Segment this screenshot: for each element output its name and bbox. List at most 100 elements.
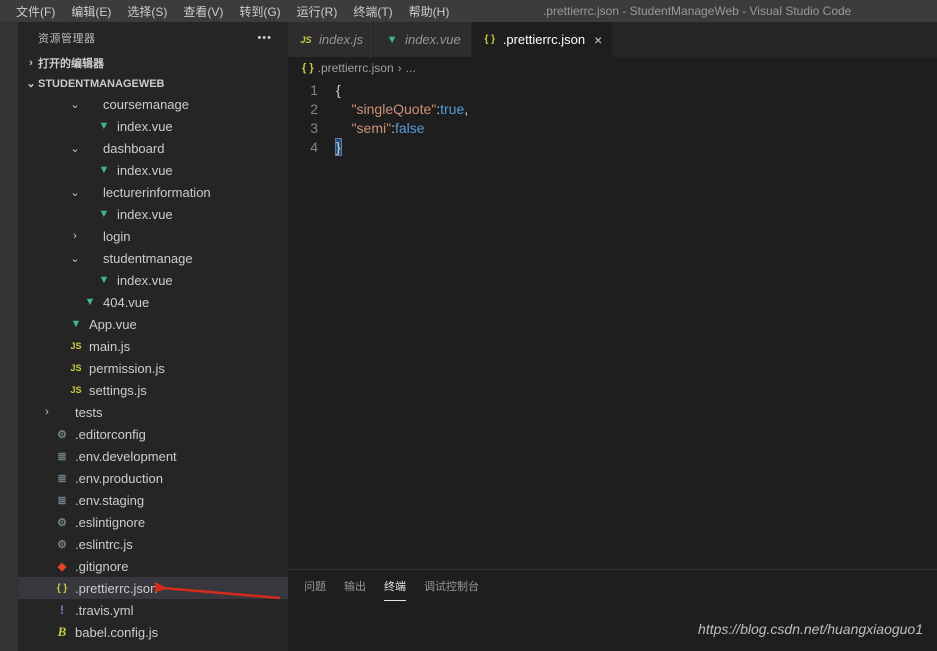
menu-item[interactable]: 查看(V): [175, 1, 231, 22]
breadcrumb[interactable]: { } .prettierrc.json › ...: [288, 57, 937, 79]
folder-icon: [82, 96, 98, 112]
tab-label: .prettierrc.json: [503, 32, 585, 47]
watermark: https://blog.csdn.net/huangxiaoguo1: [698, 621, 923, 637]
comma: ,: [464, 101, 468, 117]
tree-item-label: .gitignore: [75, 559, 128, 574]
file-item[interactable]: ·⚙.editorconfig: [18, 423, 288, 445]
folder-icon: [54, 404, 70, 420]
menu-item[interactable]: 选择(S): [119, 1, 175, 22]
bottom-panel: 问题输出终端调试控制台: [288, 569, 937, 651]
js-icon: JS: [68, 382, 84, 398]
json-value: false: [395, 120, 425, 136]
editor-tab[interactable]: { }.prettierrc.json×: [472, 22, 614, 57]
folder-icon: [82, 250, 98, 266]
panel-tab[interactable]: 输出: [344, 578, 366, 601]
js-icon: JS: [298, 32, 314, 48]
menu-item[interactable]: 运行(R): [289, 1, 346, 22]
json-icon: { }: [302, 62, 314, 74]
git-icon: ◆: [54, 558, 70, 574]
tree-item-label: App.vue: [89, 317, 137, 332]
code-editor[interactable]: 1234 { "singleQuote":true, "semi":false …: [288, 79, 937, 569]
tree-item-label: 404.vue: [103, 295, 149, 310]
vue-icon: ▼: [96, 162, 112, 178]
vue-icon: ▼: [82, 294, 98, 310]
folder-item[interactable]: ›tests: [18, 401, 288, 423]
folder-item[interactable]: › login: [18, 225, 288, 247]
tree-item-label: coursemanage: [103, 97, 189, 112]
editor-tab[interactable]: ▼index.vue: [374, 22, 472, 57]
editor-tabs: JSindex.js▼index.vue{ }.prettierrc.json×: [288, 22, 937, 57]
file-item[interactable]: ·◆.gitignore: [18, 555, 288, 577]
file-item[interactable]: ·▼index.vue: [18, 203, 288, 225]
folder-item[interactable]: ⌄dashboard: [18, 137, 288, 159]
file-item[interactable]: ·JSmain.js: [18, 335, 288, 357]
tree-item-label: babel.config.js: [75, 625, 158, 640]
tree-item-label: .env.production: [75, 471, 163, 486]
file-item[interactable]: ·≣.env.staging: [18, 489, 288, 511]
panel-tab[interactable]: 调试控制台: [424, 578, 479, 601]
file-item[interactable]: ·▼index.vue: [18, 115, 288, 137]
menu-item[interactable]: 转到(G): [231, 1, 288, 22]
line-number: 2: [288, 100, 318, 119]
panel-tab[interactable]: 问题: [304, 578, 326, 601]
file-item[interactable]: ·▼App.vue: [18, 313, 288, 335]
folder-item[interactable]: ⌄coursemanage: [18, 93, 288, 115]
section-label: 打开的编辑器: [38, 55, 104, 71]
file-item[interactable]: ·⚙.eslintrc.js: [18, 533, 288, 555]
tree-item-label: .eslintignore: [75, 515, 145, 530]
vue-icon: ▼: [96, 206, 112, 222]
file-item[interactable]: ·Bbabel.config.js: [18, 621, 288, 643]
yml-icon: !: [54, 602, 70, 618]
tree-item-label: settings.js: [89, 383, 147, 398]
file-item[interactable]: ·▼index.vue: [18, 159, 288, 181]
breadcrumb-rest: ...: [406, 61, 416, 75]
tree-item-label: index.vue: [117, 119, 173, 134]
folder-item[interactable]: ⌄studentmanage: [18, 247, 288, 269]
json-key: "semi": [352, 120, 392, 136]
project-section[interactable]: ⌄ STUDENTMANAGEWEB: [18, 74, 288, 93]
chevron-right-icon: ›: [68, 230, 82, 242]
more-icon[interactable]: •••: [257, 32, 272, 44]
explorer-sidebar: 资源管理器 ••• › 打开的编辑器 ⌄ STUDENTMANAGEWEB ⌄c…: [18, 22, 288, 651]
close-icon[interactable]: ×: [594, 32, 602, 48]
code-content[interactable]: { "singleQuote":true, "semi":false }: [336, 81, 937, 569]
chevron-right-icon: ›: [24, 57, 38, 69]
file-item[interactable]: ·≣.env.production: [18, 467, 288, 489]
tree-item-label: .env.staging: [75, 493, 144, 508]
vue-icon: ▼: [68, 316, 84, 332]
folder-icon: [82, 184, 98, 200]
section-label: STUDENTMANAGEWEB: [38, 78, 165, 90]
brace-close: }: [336, 139, 341, 155]
folder-item[interactable]: ⌄lecturerinformation: [18, 181, 288, 203]
editor-tab[interactable]: JSindex.js: [288, 22, 374, 57]
open-editors-section[interactable]: › 打开的编辑器: [18, 52, 288, 74]
file-item[interactable]: ·JSpermission.js: [18, 357, 288, 379]
config-icon: ⚙: [54, 514, 70, 530]
tree-item-label: studentmanage: [103, 251, 193, 266]
tree-item-label: login: [103, 229, 130, 244]
tree-item-label: .eslintrc.js: [75, 537, 133, 552]
menu-bar: 文件(F)编辑(E)选择(S)查看(V)转到(G)运行(R)终端(T)帮助(H): [0, 1, 457, 22]
panel-tab[interactable]: 终端: [384, 578, 406, 601]
file-item[interactable]: ·▼index.vue: [18, 269, 288, 291]
sidebar-title: 资源管理器: [38, 30, 96, 46]
file-item[interactable]: ·▼404.vue: [18, 291, 288, 313]
tree-item-label: index.vue: [117, 163, 173, 178]
file-item[interactable]: ·⚙.eslintignore: [18, 511, 288, 533]
file-item[interactable]: ·JSsettings.js: [18, 379, 288, 401]
tree-item-label: index.vue: [117, 207, 173, 222]
activity-bar[interactable]: [0, 22, 18, 651]
tree-item-label: .env.development: [75, 449, 177, 464]
txt-icon: ≣: [54, 492, 70, 508]
tree-item-label: lecturerinformation: [103, 185, 211, 200]
line-number: 4: [288, 138, 318, 157]
menu-item[interactable]: 编辑(E): [63, 1, 119, 22]
window-title: .prettierrc.json - StudentManageWeb - Vi…: [457, 4, 937, 18]
menu-item[interactable]: 文件(F): [8, 1, 63, 22]
file-item[interactable]: ·{ }.prettierrc.json: [18, 577, 288, 599]
menu-item[interactable]: 终端(T): [345, 1, 400, 22]
menu-item[interactable]: 帮助(H): [401, 1, 458, 22]
breadcrumb-file: .prettierrc.json: [318, 61, 394, 75]
file-item[interactable]: ·≣.env.development: [18, 445, 288, 467]
file-item[interactable]: ·!.travis.yml: [18, 599, 288, 621]
